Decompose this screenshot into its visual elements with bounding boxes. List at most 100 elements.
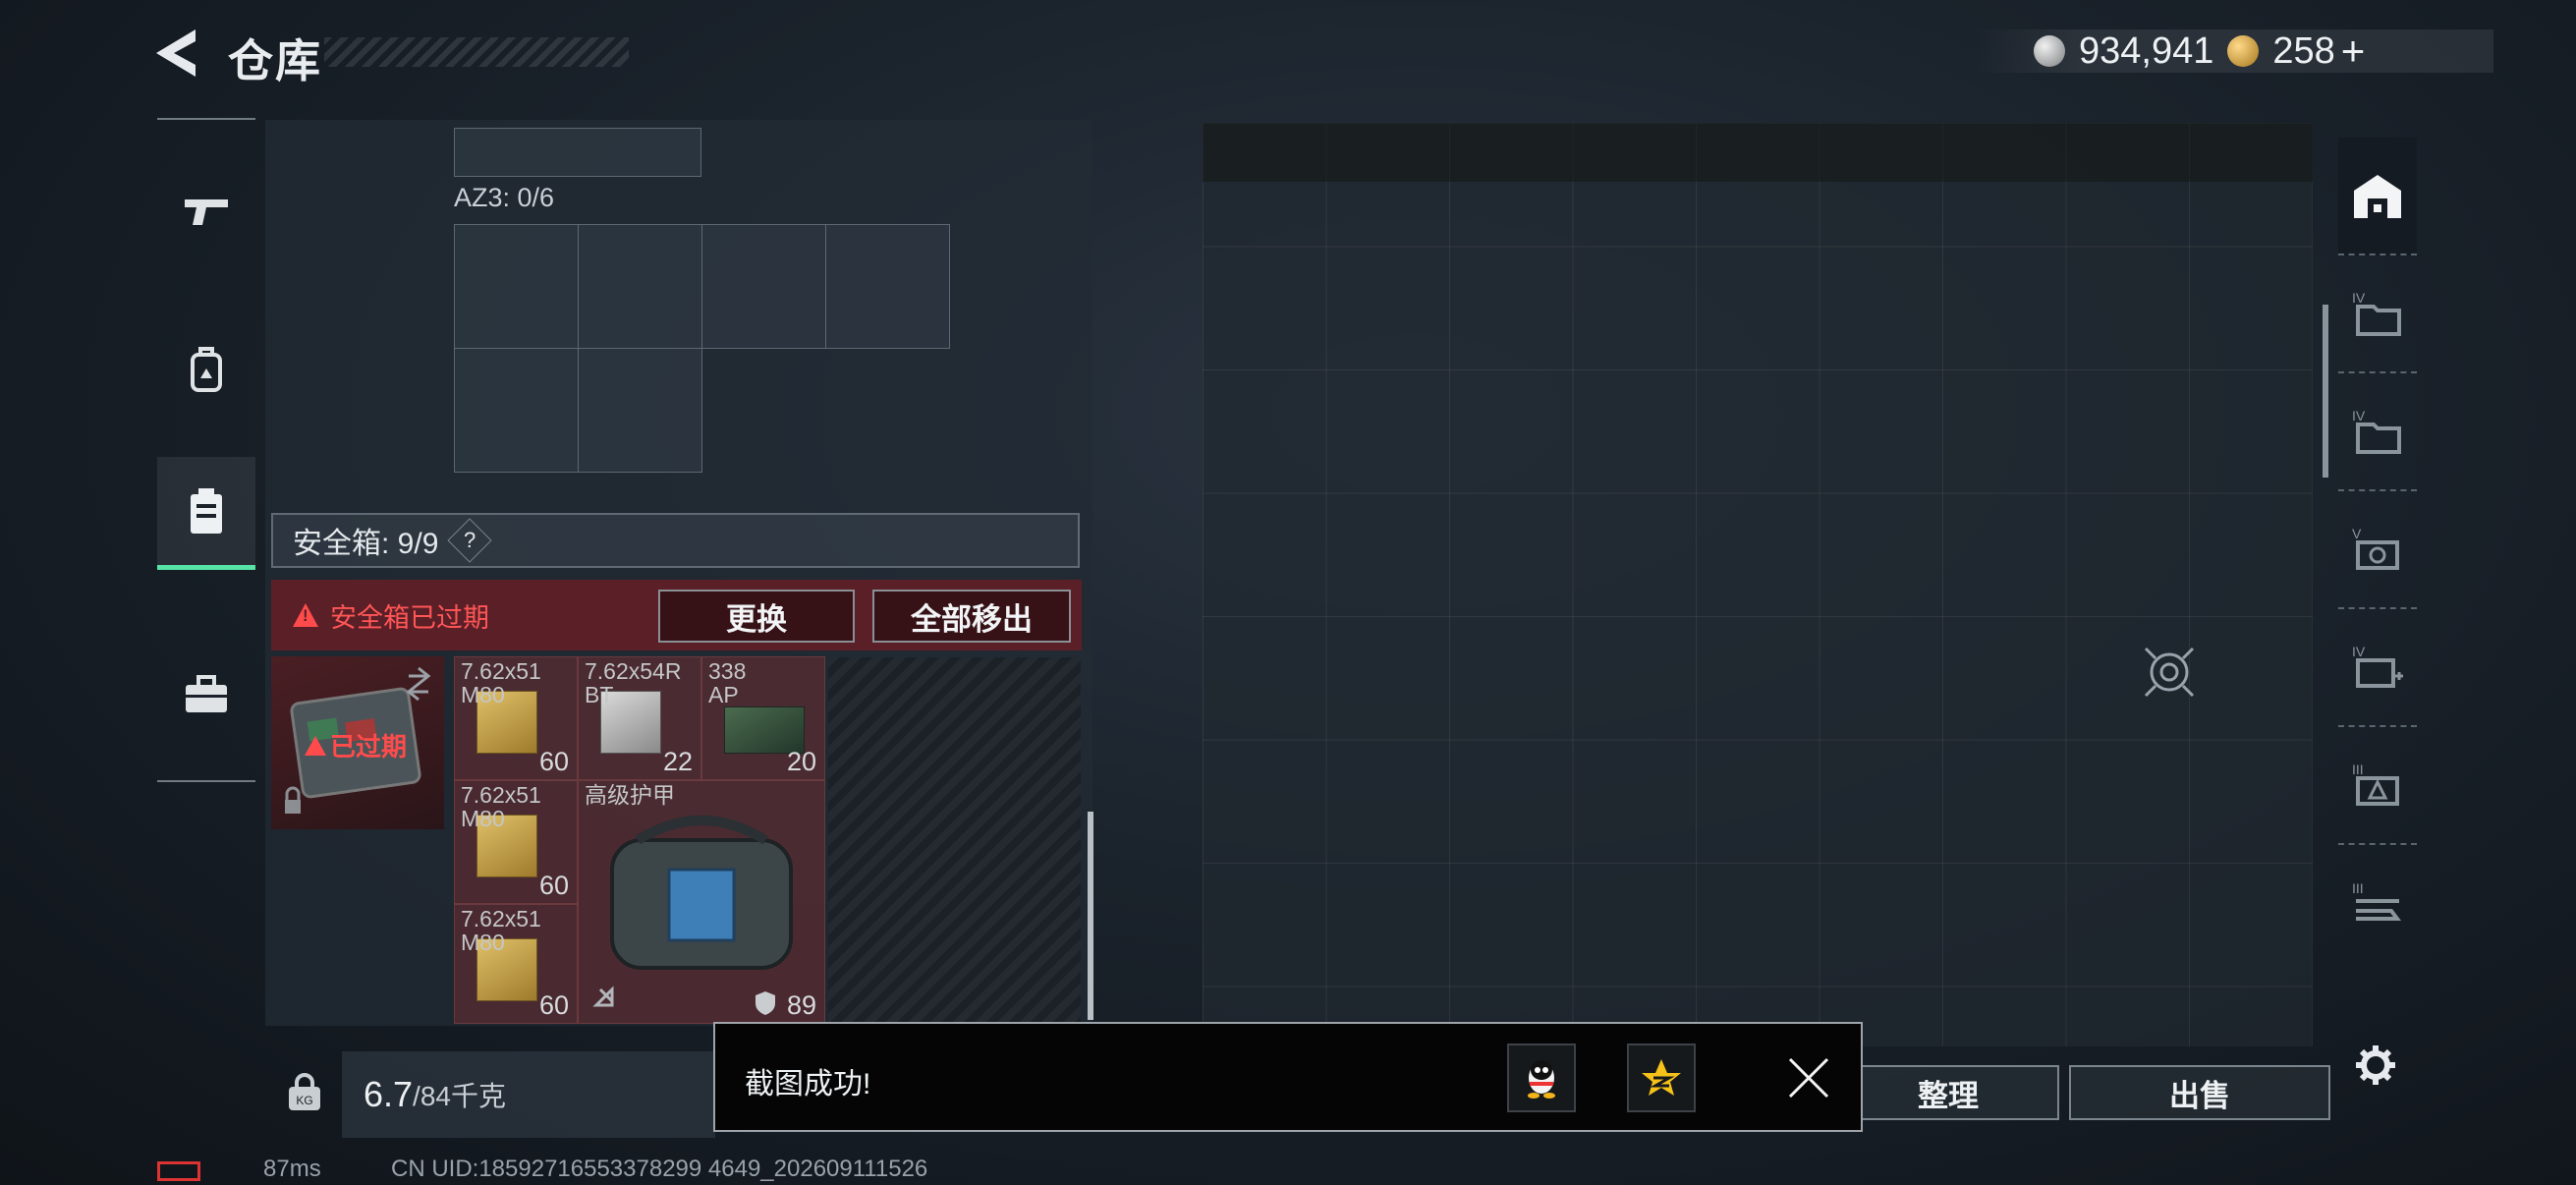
locate-icon[interactable] — [2142, 645, 2197, 700]
toast-message: 截图成功! — [745, 1068, 871, 1100]
item-name: 7.62x51 M80 — [461, 658, 541, 707]
stash-grid[interactable] — [1203, 123, 2313, 1046]
stash-icon — [2354, 175, 2401, 218]
az3-slot[interactable] — [701, 224, 826, 349]
item-count: 60 — [538, 871, 569, 900]
gold-amount: 258 — [2272, 29, 2335, 72]
svg-text:V: V — [2352, 526, 2362, 541]
add-currency-button[interactable]: + — [2341, 28, 2366, 75]
az3-slot[interactable] — [825, 224, 950, 349]
nav-stash-v[interactable]: V — [2338, 491, 2417, 609]
safebox-header: 安全箱: 9/9 ? — [271, 513, 1080, 568]
az3-slot[interactable] — [454, 224, 579, 349]
nav-stash-medical[interactable]: IV — [2338, 609, 2417, 727]
qq-penguin-icon — [1528, 1060, 1555, 1099]
expired-warning-icon — [305, 735, 326, 756]
nav-safebox[interactable] — [157, 457, 255, 570]
title-decoration — [324, 37, 629, 67]
iv-folder-icon-2: IV — [2352, 408, 2401, 454]
expired-notice: 安全箱已过期 — [330, 602, 489, 633]
help-icon: ? — [464, 528, 476, 552]
svg-text:IV: IV — [2352, 644, 2366, 659]
stash-grid-top-row — [1203, 123, 2313, 182]
nav-weapons[interactable] — [157, 157, 255, 265]
silver-coin-icon — [2034, 35, 2065, 67]
iv-folder-icon-1: IV — [2352, 290, 2401, 336]
case-expired-label: 已过期 — [330, 732, 408, 762]
item-name: 7.62x51 M80 — [461, 906, 541, 955]
item-name: 高级护甲 — [585, 782, 675, 808]
backpack-icon — [191, 347, 222, 392]
item-name: 7.62x51 M80 — [461, 782, 541, 831]
inventory-scrollbar[interactable] — [1088, 812, 1093, 1020]
help-button[interactable]: ? — [447, 518, 493, 563]
locked-area — [828, 657, 1081, 1023]
gun-icon — [185, 199, 228, 225]
ammo-item[interactable]: 7.62x54R BT 22 — [578, 656, 701, 780]
weight-unit: /84千克 — [413, 1081, 506, 1111]
page-title: 仓库 — [228, 35, 322, 86]
sell-button[interactable]: 出售 — [2069, 1065, 2330, 1120]
settings-button[interactable] — [2354, 1044, 2397, 1087]
svg-text:IV: IV — [2352, 408, 2366, 423]
toolbox-icon — [186, 675, 227, 712]
toast-close-button[interactable] — [1786, 1055, 1831, 1100]
sort-button[interactable]: 整理 — [1837, 1065, 2059, 1120]
item-count: 20 — [786, 747, 816, 776]
currency-bar: 934,941 258 + — [1975, 28, 2493, 75]
stash-scrollbar[interactable] — [2323, 305, 2328, 478]
stash-category-nav: IV IV V IV III III — [2338, 138, 2417, 1022]
item-count: 60 — [538, 747, 569, 776]
nav-backpack[interactable] — [157, 316, 255, 424]
az3-slot[interactable] — [578, 348, 702, 473]
ammo-item[interactable]: 7.62x51 M80 60 — [454, 904, 578, 1024]
item-name: 7.62x54R BT — [585, 658, 682, 707]
az3-slot[interactable] — [578, 224, 702, 349]
item-name: 338 AP — [708, 658, 747, 707]
svg-text:III: III — [2352, 880, 2364, 896]
weight-icon: KG — [285, 1073, 324, 1112]
svg-text:III: III — [2352, 762, 2364, 777]
nav-stash-iv-1[interactable]: IV — [2338, 255, 2417, 373]
safebox-case-slot[interactable]: 已过期 — [271, 656, 444, 829]
share-qzone-button[interactable] — [1627, 1044, 1696, 1112]
ping-readout: 87ms — [263, 1156, 321, 1182]
v-gpu-icon: V — [2352, 526, 2399, 570]
gear-icon — [2356, 1045, 2395, 1085]
nav-stash-main[interactable] — [2338, 138, 2417, 255]
nav-toolbox[interactable] — [157, 641, 255, 749]
az3-slot[interactable] — [454, 348, 579, 473]
gold-coin-icon — [2227, 35, 2260, 67]
uid-readout: CN UID:18592716553378299 4649_2026091115… — [391, 1156, 928, 1182]
left-nav — [157, 118, 255, 782]
qzone-star-icon — [1642, 1059, 1681, 1096]
share-qq-button[interactable] — [1507, 1044, 1576, 1112]
iv-medkit-icon: IV — [2352, 644, 2403, 688]
az3-capacity: AZ3: 0/6 — [454, 183, 555, 212]
silver-amount: 934,941 — [2079, 29, 2214, 72]
weight-current: 6.7 — [364, 1074, 414, 1114]
upper-grid-cell[interactable] — [454, 128, 701, 177]
ammo-item[interactable]: 7.62x51 M80 60 — [454, 656, 578, 780]
close-icon — [1788, 1057, 1829, 1099]
safebox-capacity: 安全箱: 9/9 — [293, 528, 439, 560]
nav-stash-iii-a[interactable]: III — [2338, 727, 2417, 845]
weight-display: 6.7 /84千克 — [342, 1051, 715, 1138]
iii-warning-icon: III — [2352, 762, 2399, 806]
back-button[interactable] — [152, 28, 211, 79]
nav-stash-iii-b[interactable]: III — [2338, 845, 2417, 963]
nav-stash-iv-2[interactable]: IV — [2338, 373, 2417, 491]
armor-bag-icon — [592, 816, 793, 1015]
replace-button[interactable]: 更换 — [658, 590, 855, 643]
item-count: 60 — [538, 990, 569, 1020]
armor-item[interactable]: 高级护甲 89 — [578, 780, 825, 1024]
svg-text:KG: KG — [296, 1094, 312, 1107]
warning-icon — [293, 603, 318, 627]
remove-all-button[interactable]: 全部移出 — [872, 590, 1071, 643]
screenshot-toast: 截图成功! — [713, 1022, 1863, 1132]
iii-rack-icon: III — [2352, 880, 2401, 921]
ammo-item[interactable]: 338 AP 20 — [701, 656, 825, 780]
item-durability: 89 — [786, 990, 816, 1020]
safebox-icon — [191, 488, 222, 534]
ammo-item[interactable]: 7.62x51 M80 60 — [454, 780, 578, 904]
